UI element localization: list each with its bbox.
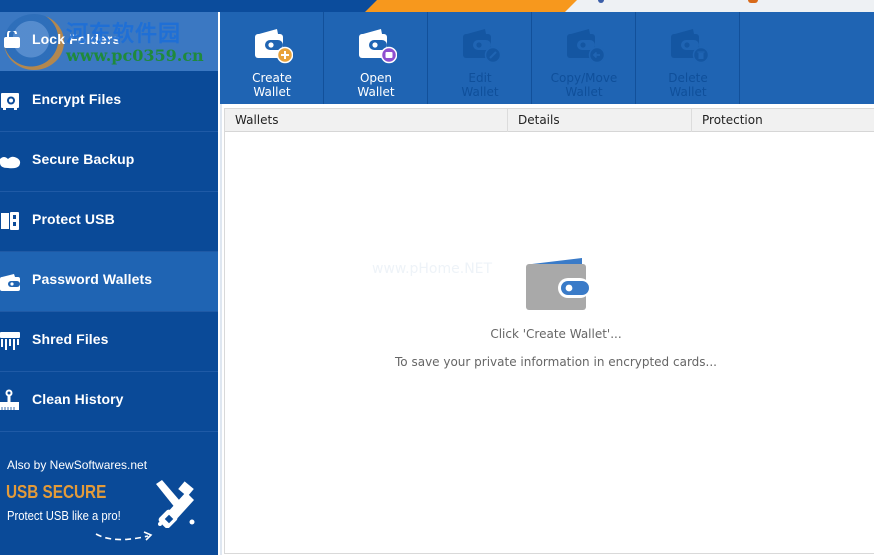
promo-publisher: Also by NewSoftwares.net [7, 458, 148, 472]
open-wallet-icon [359, 29, 397, 64]
watermark-text: www.pHome.NET [372, 261, 493, 277]
toolbar-button-label: Wallet [253, 85, 291, 99]
wallet-toolbar: Create Wallet Open Wallet Edit Wallet Co… [220, 12, 874, 104]
brush-icon [0, 389, 22, 411]
sidebar-item-clean-history[interactable]: Clean History [0, 372, 218, 432]
sidebar: Lock Folders 河东软件园 www.pc0359.cn Encrypt… [0, 12, 218, 555]
create-wallet-button[interactable]: Create Wallet [220, 12, 324, 104]
sidebar-item-shred-files[interactable]: Shred Files [0, 312, 218, 372]
sidebar-item-label: Clean History [32, 391, 124, 407]
toolbar-button-label: Wallet [357, 85, 395, 99]
promo-arrow-icon [95, 531, 153, 541]
sidebar-item-lock-folders[interactable]: Lock Folders 河东软件园 www.pc0359.cn [0, 12, 218, 71]
safe-icon [0, 90, 22, 112]
toolbar-button-label: Wallet [669, 85, 707, 99]
banner-decoration [748, 0, 758, 3]
sidebar-item-password-wallets[interactable]: Password Wallets [0, 252, 218, 312]
toolbar-button-label: Copy/Move [550, 71, 618, 85]
sidebar-item-protect-usb[interactable]: Protect USB [0, 192, 218, 252]
usb-secure-promo[interactable]: Also by NewSoftwares.net USB SECURE Prot… [0, 432, 218, 555]
toolbar-button-label: Create [252, 71, 292, 85]
empty-wallet-icon [526, 258, 590, 310]
delete-wallet-icon [671, 29, 709, 64]
toolbar-button-label: Edit [468, 71, 492, 85]
column-headers: Wallets Details Protection [225, 109, 874, 132]
toolbar-button-label: Wallet [565, 85, 603, 99]
column-header-protection[interactable]: Protection [692, 109, 874, 132]
wallet-icon [0, 271, 22, 293]
open-wallet-button[interactable]: Open Wallet [324, 12, 428, 104]
promo-tagline: Protect USB like a pro! [7, 509, 121, 523]
banner-orange-band [365, 0, 577, 12]
sidebar-item-label: Protect USB [32, 211, 115, 227]
sidebar-item-label: Shred Files [32, 331, 109, 347]
toolbar-button-label: Open [359, 71, 393, 85]
lock-folder-icon [2, 30, 24, 52]
usb-icon [0, 210, 22, 232]
banner-blue-band [0, 0, 420, 12]
top-banner [0, 0, 874, 12]
sidebar-item-label: Secure Backup [32, 151, 135, 167]
create-wallet-icon [255, 29, 293, 64]
delete-wallet-button[interactable]: Delete Wallet [636, 12, 740, 104]
copy-move-wallet-button[interactable]: Copy/Move Wallet [532, 12, 636, 104]
banner-decoration [598, 0, 604, 3]
usb-key-icon [156, 480, 195, 528]
sidebar-item-label: Encrypt Files [32, 91, 122, 107]
toolbar-button-label: Wallet [461, 85, 499, 99]
edit-wallet-button[interactable]: Edit Wallet [428, 12, 532, 104]
column-header-wallets[interactable]: Wallets [225, 109, 508, 132]
sidebar-item-encrypt-files[interactable]: Encrypt Files [0, 72, 218, 132]
shredder-icon [0, 330, 22, 352]
sidebar-item-secure-backup[interactable]: Secure Backup [0, 132, 218, 192]
empty-state-subtitle: To save your private information in encr… [395, 355, 717, 369]
wallet-list-panel: Wallets Details Protection www.pHome.NET… [220, 104, 874, 555]
toolbar-button-label: Delete [668, 71, 708, 85]
promo-brand: USB SECURE [6, 482, 107, 502]
cloud-icon [0, 151, 22, 173]
empty-state-title: Click 'Create Wallet'... [490, 327, 622, 341]
watermark-text: 河东软件园 [66, 21, 182, 47]
edit-wallet-icon [463, 29, 501, 64]
sidebar-item-label: Password Wallets [32, 271, 153, 287]
column-header-details[interactable]: Details [508, 109, 692, 132]
copy-move-wallet-icon [567, 29, 605, 64]
watermark-url: www.pc0359.cn [66, 46, 204, 65]
